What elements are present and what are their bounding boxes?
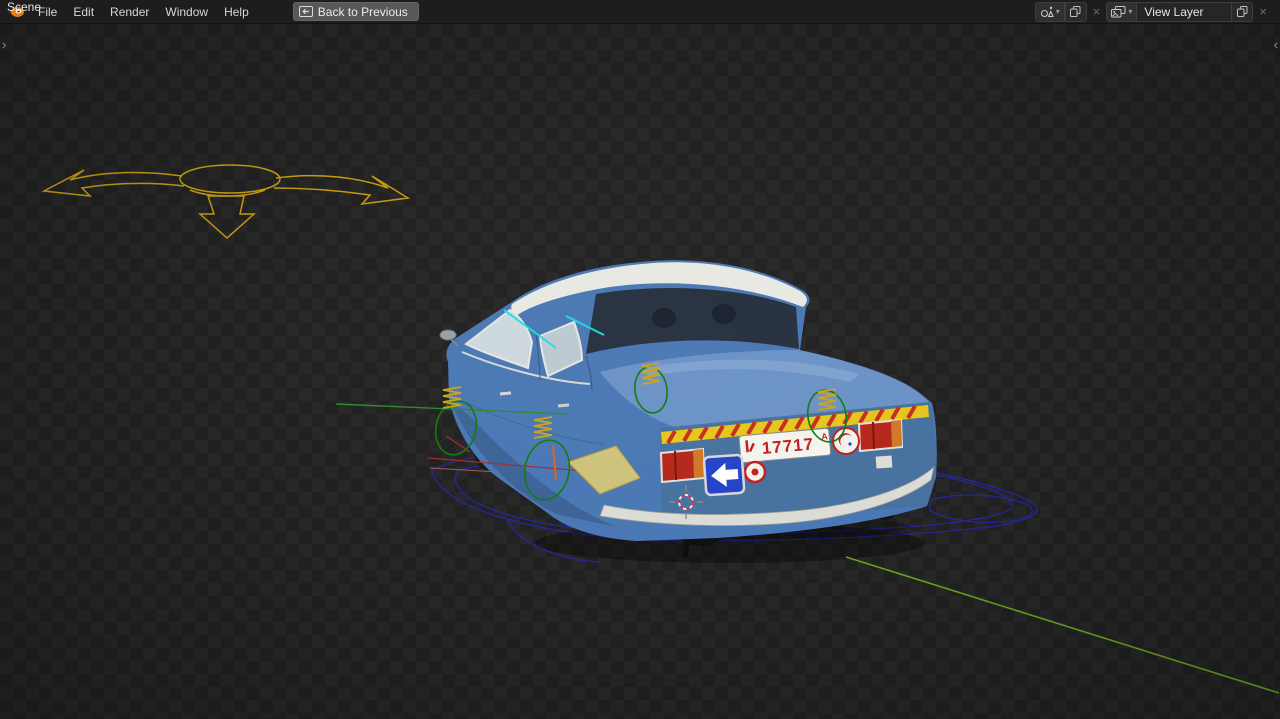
tail-light-left-amber (693, 449, 704, 478)
new-view-layer-button[interactable] (1231, 3, 1252, 21)
scene-browse-button[interactable]: ▾ (1036, 3, 1065, 21)
view-layer-icon (1111, 6, 1126, 18)
round-sticker-right (833, 428, 859, 454)
back-arrow-icon (299, 6, 313, 17)
side-mirror (440, 330, 456, 340)
root-control-left-arm (44, 170, 184, 196)
scene-selector: ▾ Scene (1035, 2, 1087, 22)
chevron-down-icon: ▾ (1128, 8, 1132, 16)
new-scene-button[interactable] (1065, 3, 1086, 21)
remove-view-layer-button[interactable]: × (1256, 5, 1270, 18)
topbar-right-group: ▾ Scene × (1035, 2, 1270, 22)
tail-light-left-divider (675, 451, 676, 480)
3d-viewport[interactable]: › ‹ (0, 24, 1280, 719)
copy-icon (1237, 6, 1248, 17)
root-control-arrow[interactable] (44, 165, 408, 238)
sidebar-expand-chevron[interactable]: ‹ (1274, 38, 1278, 51)
menu-window[interactable]: Window (157, 0, 216, 23)
round-sticker-left (745, 462, 765, 482)
y-axis-line (846, 557, 1279, 693)
toolbar-expand-chevron[interactable]: › (2, 38, 6, 51)
arrow-sign-sticker (704, 455, 745, 496)
unlink-scene-button[interactable]: × (1090, 5, 1104, 18)
blender-window: File Edit Render Window Help Back to Pre… (0, 0, 1280, 719)
scene-canvas: 17717 A (0, 24, 1280, 719)
topbar: File Edit Render Window Help Back to Pre… (0, 0, 1280, 24)
root-control-down-arrow (200, 196, 254, 238)
back-to-previous-label: Back to Previous (318, 5, 408, 19)
chevron-down-icon: ▾ (1056, 8, 1060, 16)
headrest-right (712, 304, 736, 324)
tail-light-right-divider (873, 422, 874, 449)
root-control-ellipse (180, 165, 280, 193)
view-layer-browse-button[interactable]: ▾ (1107, 3, 1137, 21)
menu-help[interactable]: Help (216, 0, 257, 23)
view-layer-name-field[interactable]: View Layer (1137, 3, 1231, 21)
copy-icon (1070, 6, 1081, 17)
menu-render[interactable]: Render (102, 0, 157, 23)
tail-light-right-amber (891, 420, 902, 447)
scene-icon (1040, 6, 1054, 18)
root-control-right-arm (274, 176, 408, 204)
back-to-previous-button[interactable]: Back to Previous (293, 2, 419, 21)
view-layer-selector: ▾ View Layer (1106, 2, 1253, 22)
reverse-light (876, 455, 893, 468)
headrest-left (652, 308, 676, 328)
